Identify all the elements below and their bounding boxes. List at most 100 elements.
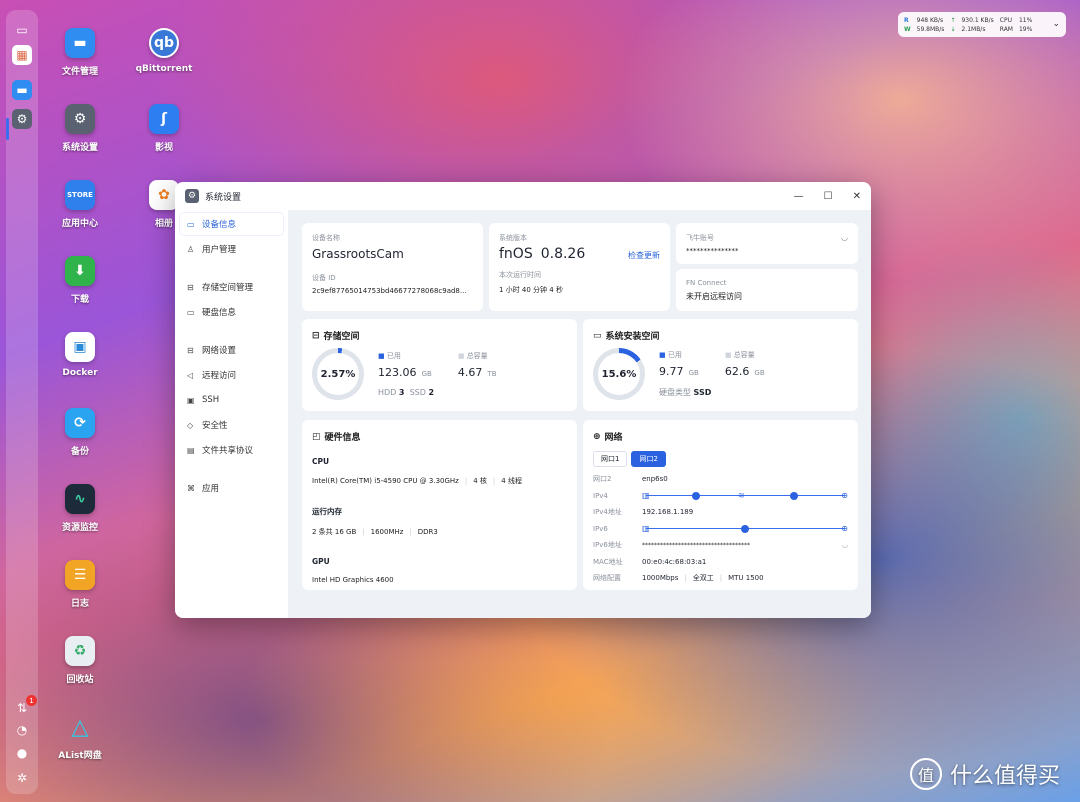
disk-type-label: 硬盘类型 <box>659 388 691 397</box>
system-monitor-widget[interactable]: RW 948 KB/s 59.8MB/s ⇡ ⇣ 930.1 KB/s 2.1MB/s… <box>898 12 1066 37</box>
desktop-icon-settings[interactable]: ⚙ 系统设置 <box>42 104 118 153</box>
check-update-link[interactable]: 检查更新 <box>628 250 660 261</box>
memory-type: DDR3 <box>417 528 438 536</box>
watermark-text: 什么值得买 <box>950 764 1061 789</box>
cpu-model: Intel(R) Core(TM) i5-4590 CPU @ 3.30GHz <box>312 477 459 485</box>
tab-port-2[interactable]: 网口2 <box>631 451 666 467</box>
nav-storage[interactable]: ⊟ 存储空间管理 <box>180 276 283 298</box>
file-manager-dock-icon[interactable]: ▬ <box>12 80 32 100</box>
desktop-icon-log[interactable]: ☰ 日志 <box>42 560 118 609</box>
app-grid-icon[interactable]: ▦ <box>12 45 32 65</box>
desktop-icon-docker[interactable]: ▣ Docker <box>42 332 118 378</box>
ipv4-topology: ▥ ≋ ⊕ <box>642 490 848 500</box>
fn-connect-label: FN Connect <box>686 279 727 287</box>
cpu-usage: 11% <box>1018 16 1033 24</box>
ssh-icon: ▣ <box>187 395 195 405</box>
memory-size: 2 条共 16 GB <box>312 528 357 536</box>
fn-connect-card: FN Connect 未开启远程访问 <box>676 269 858 311</box>
storage-total-unit: TB <box>487 370 497 378</box>
desktop-icon-backup[interactable]: ⟳ 备份 <box>42 408 118 457</box>
nav-disk-info[interactable]: ▭ 硬盘信息 <box>180 301 283 323</box>
nav-remote-access[interactable]: ◁ 远程访问 <box>180 364 283 386</box>
disk-icon: ▭ <box>593 330 602 341</box>
ipv4-address-label: IPv4地址 <box>593 508 622 517</box>
nav-label: 应用 <box>202 484 220 494</box>
device-id-label: 设备 ID <box>312 274 336 282</box>
internet-globe-icon: ⊕ <box>841 523 848 533</box>
download-icon: ⬇ <box>65 256 95 286</box>
network-icon: ⊟ <box>187 345 194 355</box>
dock-active-indicator <box>6 118 9 140</box>
settings-dock-icon[interactable]: ⚙ <box>12 109 32 129</box>
account-value: *************** <box>686 247 739 255</box>
nav-label: 存储空间管理 <box>202 283 254 293</box>
nav-network[interactable]: ⊟ 网络设置 <box>180 339 283 361</box>
collapse-chevron-icon[interactable]: ⌄ <box>1052 20 1060 29</box>
desktop-icon-resource-monitor[interactable]: ∿ 资源监控 <box>42 484 118 533</box>
system-disk-title: 系统安装空间 <box>605 332 660 342</box>
minimize-button[interactable]: — <box>794 191 804 202</box>
qbittorrent-icon: qb <box>149 28 179 58</box>
docker-icon: ▣ <box>65 332 95 362</box>
link-speed: 1000Mbps <box>642 574 679 583</box>
desktop-icon-video[interactable]: ʃ 影视 <box>126 104 202 153</box>
nav-user-management[interactable]: ♙ 用户管理 <box>180 238 283 260</box>
remote-icon: ◁ <box>187 370 194 380</box>
nav-device-info[interactable]: ▭ 设备信息 <box>180 213 283 235</box>
desktop-icon-appcenter[interactable]: STORE 应用中心 <box>42 180 118 229</box>
system-disk-total-label: 总容量 <box>733 351 755 359</box>
nav-security[interactable]: ◇ 安全性 <box>180 414 283 436</box>
close-button[interactable]: ✕ <box>853 191 861 202</box>
desktop-icon-files[interactable]: ▬ 文件管理 <box>42 28 118 77</box>
desktop-icon-download[interactable]: ⬇ 下载 <box>42 256 118 305</box>
nav-label: 网络设置 <box>202 346 237 356</box>
storage-total: 4.67 <box>457 366 483 379</box>
ipv6-address-label: IPv6地址 <box>593 541 622 550</box>
globe-icon: ⊕ <box>593 431 601 442</box>
internet-globe-icon: ⊕ <box>841 490 848 500</box>
backup-icon: ⟳ <box>65 408 95 438</box>
eye-closed-icon[interactable]: ◡ <box>842 541 848 549</box>
window-titlebar[interactable]: ⚙ 系统设置 — ☐ ✕ <box>175 182 871 210</box>
ram-usage: 19% <box>1018 25 1033 33</box>
user-icon: ♙ <box>187 244 195 254</box>
ipv6-label: IPv6 <box>593 524 608 533</box>
memory-label: 运行内存 <box>312 507 342 516</box>
gear-icon: ⚙ <box>65 104 95 134</box>
account-card: 飞牛账号 ◡ *************** <box>676 223 858 264</box>
nav-label: 安全性 <box>202 421 228 431</box>
desktop-icon-alist[interactable]: △ AList网盘 <box>42 712 118 762</box>
trash-icon: ♻ <box>65 636 95 666</box>
nav-file-sharing[interactable]: ▤ 文件共享协议 <box>180 439 283 461</box>
maximize-button[interactable]: ☐ <box>824 191 833 202</box>
gear-icon[interactable]: ✲ <box>12 768 32 788</box>
nav-label: 文件共享协议 <box>202 446 254 456</box>
system-disk-card: ▭ 系统安装空间 15.6% ■ 已用 9.77 GB ■ 总容量 62.6 GB… <box>583 319 858 411</box>
ipv6-topology: ▥ ⊕ <box>642 523 848 533</box>
nav-ssh[interactable]: ▣ SSH <box>180 389 283 411</box>
ipv4-label: IPv4 <box>593 491 608 500</box>
monitor-icon[interactable]: ▭ <box>12 20 32 40</box>
watermark-logo: 值 <box>910 758 942 790</box>
desktop-icon-trash[interactable]: ♻ 回收站 <box>42 636 118 685</box>
storage-total-label: 总容量 <box>466 352 488 360</box>
cpu-threads: 4 线程 <box>501 477 522 485</box>
user-icon[interactable]: ● <box>12 743 32 763</box>
storage-percent: 2.57% <box>317 353 359 395</box>
mac-label: MAC地址 <box>593 557 623 566</box>
notification-badge: 1 <box>26 695 37 706</box>
tab-port-1[interactable]: 网口1 <box>593 451 628 467</box>
log-icon: ☰ <box>65 560 95 590</box>
read-label: R <box>904 16 909 24</box>
write-label: W <box>904 25 911 33</box>
storage-used: 123.06 <box>378 366 417 379</box>
desktop-icon-qbittorrent[interactable]: qb qBittorrent <box>126 28 202 74</box>
storage-used-label: 已用 <box>386 352 401 360</box>
uptime-value: 1 小时 40 分钟 4 秒 <box>499 286 563 294</box>
device-id: 2c9ef87765014753bd46677278068c9ad8... <box>312 287 467 295</box>
eye-closed-icon[interactable]: ◡ <box>841 233 848 243</box>
folder-icon: ▬ <box>65 28 95 58</box>
bell-icon[interactable]: ◔ <box>12 720 32 740</box>
gpu-label: GPU <box>312 557 330 566</box>
nav-apps[interactable]: ⌘ 应用 <box>180 477 283 499</box>
